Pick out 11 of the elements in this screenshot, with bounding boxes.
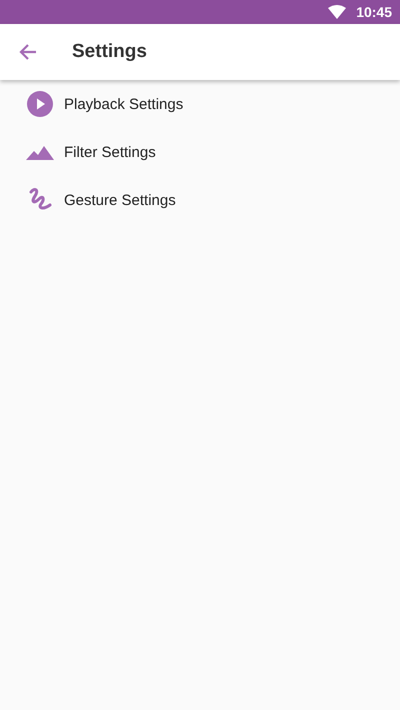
wifi-icon (328, 5, 346, 19)
settings-item-label: Playback Settings (64, 96, 184, 112)
settings-item[interactable]: Gesture Settings (0, 176, 400, 224)
settings-item[interactable]: Filter Settings (0, 128, 400, 176)
play-icon (26, 90, 54, 118)
settings-item[interactable]: Playback Settings (0, 80, 400, 128)
settings-item-label: Gesture Settings (64, 192, 176, 208)
status-time: 10:45 (356, 4, 392, 20)
settings-item-label: Filter Settings (64, 144, 156, 160)
mountains-icon (26, 144, 54, 160)
screen-title: Settings (72, 41, 147, 63)
